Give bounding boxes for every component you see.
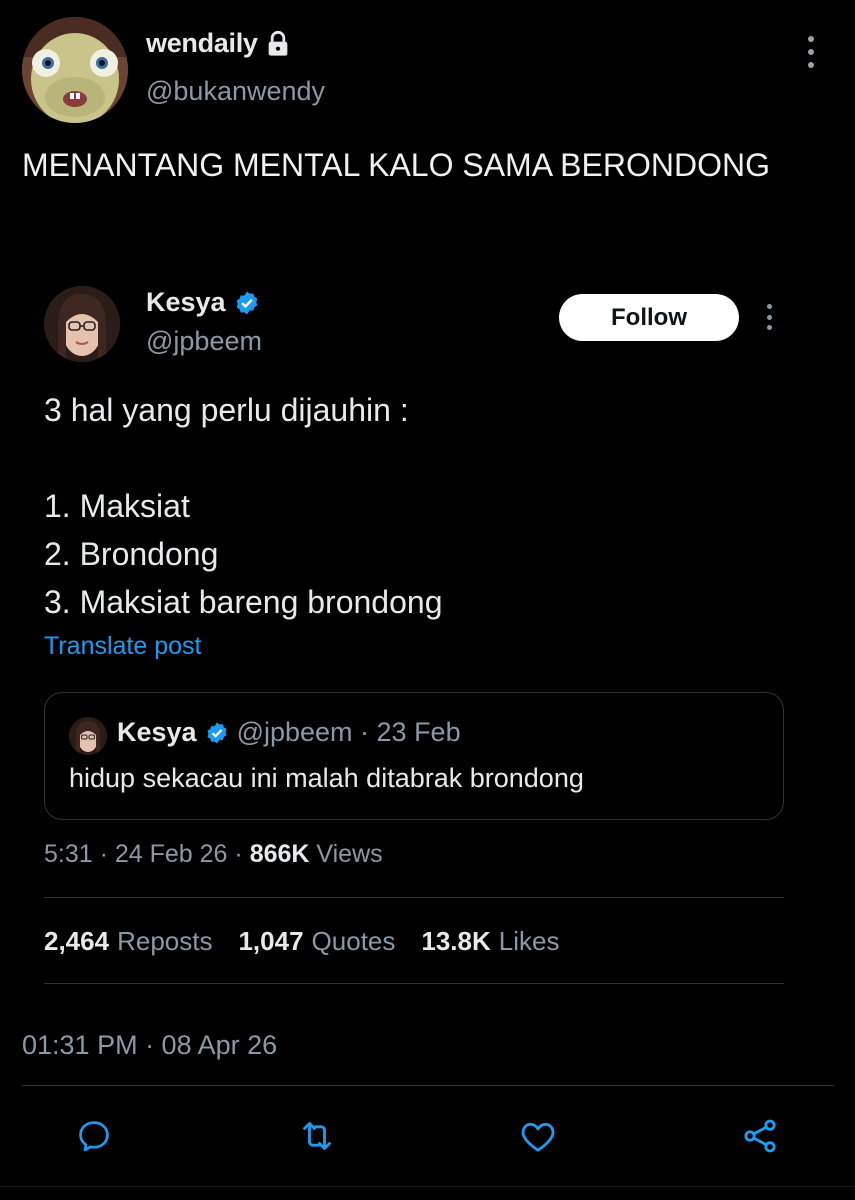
quotes-count: 1,047 — [238, 926, 304, 956]
reposts-count: 2,464 — [44, 926, 110, 956]
reposts-stat[interactable]: 2,464 Reposts — [44, 926, 212, 957]
tweet-text: MENANTANG MENTAL KALO SAMA BERONDONG — [22, 147, 770, 183]
quoted-text-line: 2. Brondong — [44, 536, 219, 572]
more-options-icon[interactable] — [800, 36, 822, 68]
likes-count: 13.8K — [421, 926, 491, 956]
nested-display-name: Kesya — [117, 717, 197, 747]
author-avatar[interactable] — [22, 17, 128, 123]
follow-button[interactable]: Follow — [559, 294, 739, 341]
share-icon[interactable] — [740, 1116, 780, 1156]
nested-handle-date: @jpbeem · 23 Feb — [236, 717, 461, 747]
nested-text: hidup sekacau ini malah ditabrak brondon… — [69, 763, 584, 793]
views-label: Views — [309, 840, 383, 868]
likes-label: Likes — [498, 926, 560, 956]
quoted-handle[interactable]: @jpbeem — [146, 326, 262, 357]
divider — [44, 983, 784, 984]
quoted-text-line: 3 hal yang perlu dijauhin : — [44, 392, 409, 428]
bottom-divider — [0, 1186, 855, 1187]
quoted-meta: 5:31 · 24 Feb 26 · 866K Views — [44, 840, 383, 869]
like-icon[interactable] — [518, 1116, 558, 1156]
reposts-label: Reposts — [117, 926, 213, 956]
quotes-label: Quotes — [311, 926, 396, 956]
lock-icon — [264, 30, 292, 58]
reply-icon[interactable] — [74, 1116, 114, 1156]
likes-stat[interactable]: 13.8K Likes — [421, 926, 559, 957]
quoted-text-line: 1. Maksiat — [44, 488, 190, 524]
quoted-display-name[interactable]: Kesya — [146, 287, 226, 318]
quoted-time-date: 5:31 · 24 Feb 26 · — [44, 840, 250, 868]
quotes-stat[interactable]: 1,047 Quotes — [238, 926, 395, 957]
nested-avatar — [69, 717, 107, 755]
quoted-tweet-text: 3 hal yang perlu dijauhin : 1. Maksiat 2… — [44, 386, 804, 626]
divider — [44, 897, 784, 898]
engagement-stats: 2,464 Reposts 1,047 Quotes 13.8K Likes — [44, 926, 585, 957]
quoted-text-line: 3. Maksiat bareng brondong — [44, 584, 443, 620]
author-handle[interactable]: @bukanwendy — [146, 76, 325, 107]
quoted-text-line — [44, 434, 804, 482]
views-count: 866K — [249, 840, 310, 868]
divider — [22, 1085, 834, 1086]
verified-badge-icon — [205, 721, 229, 745]
quoted-more-options-icon[interactable] — [760, 304, 778, 330]
translate-post-link[interactable]: Translate post — [44, 632, 201, 661]
quoted-avatar[interactable] — [44, 286, 120, 362]
nested-quote-card[interactable]: Kesya @jpbeem · 23 Feb hidup sekacau ini… — [44, 692, 784, 820]
quoted-name-row[interactable]: Kesya — [146, 287, 260, 318]
nested-header: Kesya @jpbeem · 23 Feb — [117, 717, 461, 748]
author-display-name[interactable]: wendaily — [146, 28, 258, 59]
repost-icon[interactable] — [297, 1116, 337, 1156]
post-timestamp: 01:31 PM · 08 Apr 26 — [22, 1030, 278, 1060]
author-name-row[interactable]: wendaily — [146, 28, 292, 59]
verified-badge-icon — [234, 290, 260, 316]
